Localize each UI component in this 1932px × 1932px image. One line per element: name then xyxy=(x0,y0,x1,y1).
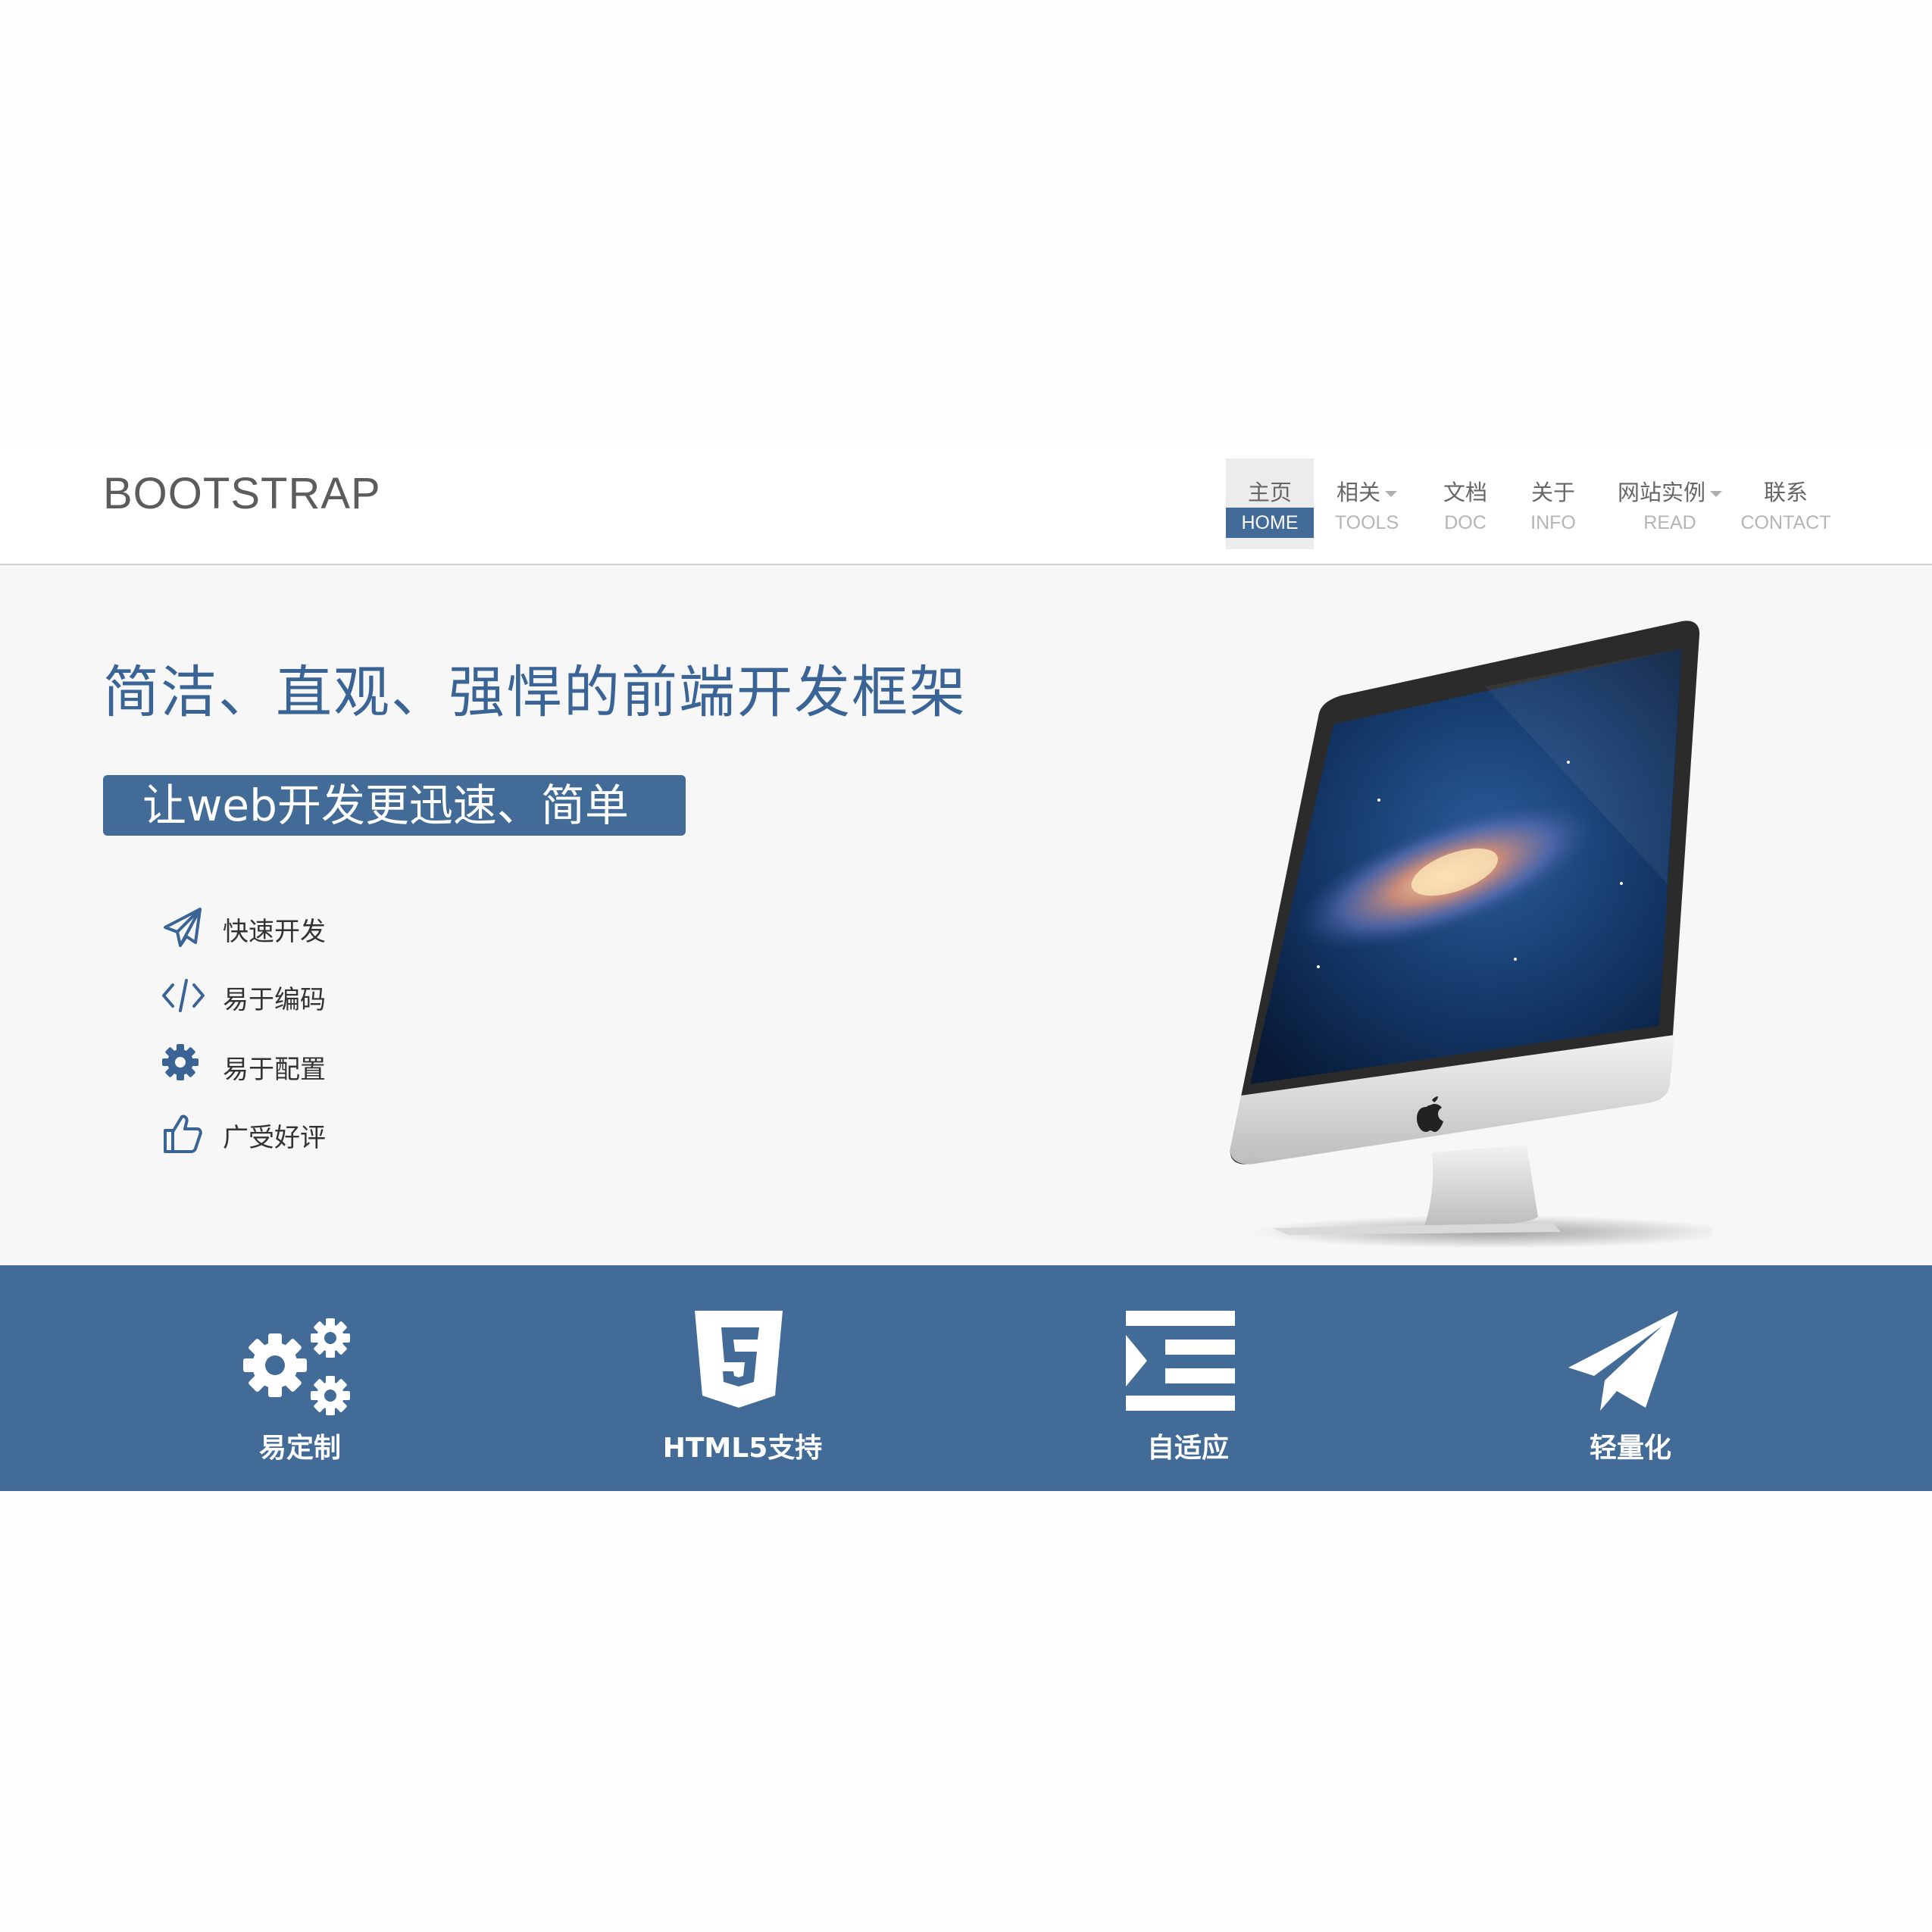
nav-item-tools[interactable]: 相关 TOOLS xyxy=(1324,458,1409,549)
band-item-customize: 易定制 xyxy=(164,1265,436,1491)
gear-icon xyxy=(162,1044,199,1080)
band-item-lightweight: 轻量化 xyxy=(1494,1265,1767,1491)
nav-item-tools-cn: 相关 xyxy=(1336,480,1380,505)
chevron-down-icon xyxy=(1710,491,1722,497)
feature-label: 快速开发 xyxy=(223,917,326,947)
gears-icon xyxy=(243,1318,350,1415)
nav-item-contact-cn: 联系 xyxy=(1763,480,1808,505)
nav-item-read[interactable]: 网站实例 READ xyxy=(1608,458,1732,549)
paper-plane-icon xyxy=(1568,1311,1678,1411)
nav-item-info-cn: 关于 xyxy=(1530,480,1575,505)
band-label: 自适应 xyxy=(1146,1433,1229,1464)
band-label: HTML5支持 xyxy=(662,1433,823,1464)
nav-item-home[interactable]: 主页 HOME xyxy=(1226,458,1314,549)
navbar: BOOTSTRAP 主页 HOME 相关 TOOLS 文档 DOC 关于 INF… xyxy=(0,447,1932,565)
nav-item-read-en: READ xyxy=(1643,512,1696,533)
feature-label: 易于配置 xyxy=(223,1055,326,1085)
paper-plane-icon xyxy=(164,908,202,947)
hero-tagline: 让web开发更迅速、简单 xyxy=(103,775,686,836)
nav-item-info-en: INFO xyxy=(1530,512,1576,533)
band-item-html5: HTML5支持 xyxy=(606,1265,879,1491)
band-label: 易定制 xyxy=(258,1433,341,1464)
nav-item-home-en: HOME xyxy=(1226,508,1314,538)
feature-band: 易定制 HTML5支持 自适应 轻量化 xyxy=(0,1265,1932,1491)
hero-headline: 简洁、直观、强悍的前端开发框架 xyxy=(103,660,967,725)
chevron-down-icon xyxy=(1385,491,1397,497)
html5-icon xyxy=(695,1311,783,1408)
feature-label: 广受好评 xyxy=(223,1123,326,1153)
nav-item-doc-cn: 文档 xyxy=(1443,480,1487,505)
nav-item-doc-en: DOC xyxy=(1444,512,1487,533)
feature-label: 易于编码 xyxy=(223,985,326,1015)
code-icon xyxy=(162,979,205,1012)
nav-item-doc[interactable]: 文档 DOC xyxy=(1423,458,1508,549)
nav-item-home-cn: 主页 xyxy=(1247,480,1292,505)
thumbs-up-icon xyxy=(164,1114,202,1153)
nav-item-read-cn: 网站实例 xyxy=(1617,480,1705,505)
nav-item-contact-en: CONTACT xyxy=(1740,512,1831,533)
band-item-responsive: 自适应 xyxy=(1052,1265,1324,1491)
imac-image xyxy=(1230,621,1712,1247)
nav-item-tools-en: TOOLS xyxy=(1334,512,1399,533)
nav-item-info[interactable]: 关于 INFO xyxy=(1511,458,1596,549)
nav-item-contact[interactable]: 联系 CONTACT xyxy=(1735,458,1837,549)
indent-icon xyxy=(1126,1311,1235,1411)
brand-logo[interactable]: BOOTSTRAP xyxy=(103,468,381,519)
hero-section: 简洁、直观、强悍的前端开发框架 让web开发更迅速、简单 快速开发 易于编码 易… xyxy=(0,565,1932,1265)
band-label: 轻量化 xyxy=(1589,1433,1671,1464)
